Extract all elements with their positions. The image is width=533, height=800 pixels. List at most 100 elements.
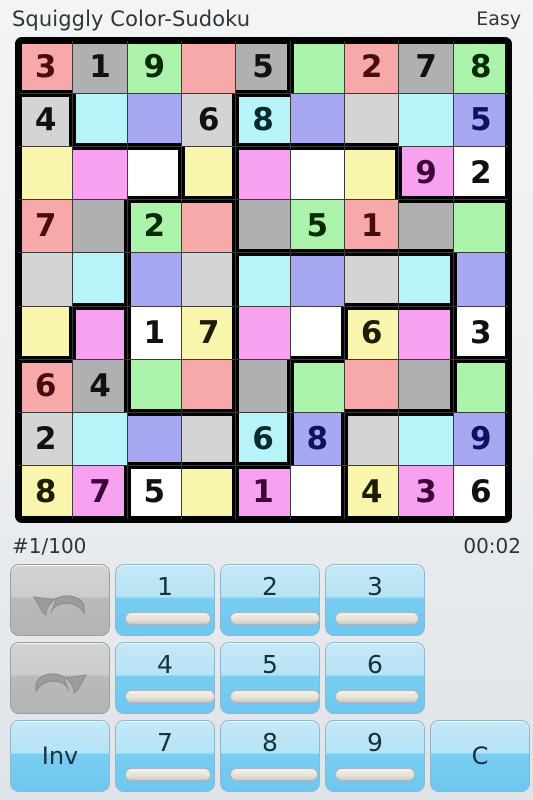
sudoku-cell[interactable] — [73, 94, 128, 148]
sudoku-cell[interactable] — [290, 41, 345, 95]
number-button-8[interactable]: 8 — [220, 720, 320, 792]
sudoku-cell[interactable]: 7 — [73, 465, 128, 519]
sudoku-cell[interactable] — [127, 412, 182, 466]
undo-button[interactable] — [10, 564, 110, 636]
sudoku-cell[interactable]: 2 — [127, 200, 182, 254]
sudoku-cell[interactable] — [182, 465, 237, 519]
sudoku-cell[interactable] — [345, 147, 400, 201]
number-progress-bar — [124, 690, 215, 703]
number-button-1[interactable]: 1 — [115, 564, 215, 636]
sudoku-cell[interactable] — [19, 253, 74, 307]
sudoku-cell[interactable] — [453, 200, 508, 254]
sudoku-cell[interactable] — [399, 412, 454, 466]
redo-button[interactable] — [10, 642, 110, 714]
sudoku-cell[interactable] — [290, 465, 345, 519]
sudoku-cell[interactable]: 6 — [236, 412, 291, 466]
sudoku-cell[interactable] — [345, 412, 400, 466]
sudoku-cell[interactable]: 8 — [290, 412, 345, 466]
sudoku-cell[interactable] — [127, 94, 182, 148]
sudoku-cell[interactable]: 8 — [19, 465, 74, 519]
sudoku-cell[interactable]: 2 — [345, 41, 400, 95]
sudoku-cell[interactable]: 1 — [345, 200, 400, 254]
sudoku-cell[interactable] — [182, 412, 237, 466]
sudoku-cell[interactable] — [19, 147, 74, 201]
sudoku-cell[interactable] — [182, 200, 237, 254]
difficulty-label[interactable]: Easy — [476, 8, 521, 30]
sudoku-cell[interactable]: 8 — [236, 94, 291, 148]
sudoku-cell[interactable] — [453, 253, 508, 307]
sudoku-cell[interactable]: 1 — [236, 465, 291, 519]
sudoku-cell[interactable] — [236, 200, 291, 254]
sudoku-cell[interactable] — [290, 253, 345, 307]
sudoku-cell[interactable] — [73, 412, 128, 466]
sudoku-cell[interactable]: 1 — [73, 41, 128, 95]
sudoku-cell[interactable] — [127, 253, 182, 307]
sudoku-cell[interactable]: 9 — [127, 41, 182, 95]
sudoku-cell[interactable] — [345, 359, 400, 413]
sudoku-cell[interactable] — [399, 94, 454, 148]
sudoku-cell[interactable]: 4 — [19, 94, 74, 148]
sudoku-cell[interactable] — [453, 359, 508, 413]
sudoku-cell[interactable]: 6 — [453, 465, 508, 519]
sudoku-cell[interactable]: 7 — [19, 200, 74, 254]
number-button-2[interactable]: 2 — [220, 564, 320, 636]
sudoku-cell[interactable] — [73, 253, 128, 307]
sudoku-cell[interactable] — [73, 306, 128, 360]
number-progress-bar — [334, 768, 416, 781]
sudoku-cell[interactable] — [182, 253, 237, 307]
sudoku-cell[interactable] — [290, 94, 345, 148]
number-button-7[interactable]: 7 — [115, 720, 215, 792]
sudoku-cell[interactable] — [182, 147, 237, 201]
sudoku-cell[interactable]: 5 — [236, 41, 291, 95]
sudoku-cell[interactable] — [345, 253, 400, 307]
sudoku-cell[interactable]: 5 — [290, 200, 345, 254]
status-bar: #1/100 00:02 — [0, 530, 533, 562]
sudoku-cell[interactable]: 3 — [19, 41, 74, 95]
sudoku-cell[interactable] — [236, 359, 291, 413]
sudoku-cell[interactable] — [236, 253, 291, 307]
sudoku-cell[interactable] — [399, 359, 454, 413]
sudoku-cell[interactable]: 4 — [345, 465, 400, 519]
number-button-3[interactable]: 3 — [325, 564, 425, 636]
number-button-6[interactable]: 6 — [325, 642, 425, 714]
sudoku-cell[interactable] — [345, 94, 400, 148]
sudoku-cell[interactable]: 9 — [453, 412, 508, 466]
sudoku-cell[interactable]: 7 — [399, 41, 454, 95]
sudoku-cell[interactable] — [290, 359, 345, 413]
sudoku-cell[interactable] — [127, 359, 182, 413]
sudoku-cell[interactable] — [290, 306, 345, 360]
sudoku-cell[interactable]: 2 — [19, 412, 74, 466]
sudoku-cell[interactable] — [127, 147, 182, 201]
sudoku-cell[interactable] — [73, 200, 128, 254]
sudoku-cell[interactable]: 5 — [453, 94, 508, 148]
sudoku-cell[interactable]: 9 — [399, 147, 454, 201]
sudoku-cell[interactable]: 6 — [19, 359, 74, 413]
invert-button[interactable]: Inv — [10, 720, 110, 792]
sudoku-cell[interactable] — [73, 147, 128, 201]
sudoku-cell[interactable] — [182, 359, 237, 413]
sudoku-cell[interactable]: 5 — [127, 465, 182, 519]
sudoku-cell[interactable] — [236, 147, 291, 201]
clear-button[interactable]: C — [430, 720, 530, 792]
sudoku-cell[interactable] — [290, 147, 345, 201]
sudoku-cell[interactable] — [399, 200, 454, 254]
sudoku-cell[interactable]: 7 — [182, 306, 237, 360]
sudoku-cell[interactable]: 3 — [399, 465, 454, 519]
sudoku-cell[interactable]: 3 — [453, 306, 508, 360]
sudoku-board[interactable]: 3195278468592725117636426898751436 — [15, 37, 512, 523]
sudoku-cell[interactable]: 4 — [73, 359, 128, 413]
number-button-4[interactable]: 4 — [115, 642, 215, 714]
number-button-9[interactable]: 9 — [325, 720, 425, 792]
sudoku-cell[interactable] — [236, 306, 291, 360]
sudoku-cell[interactable]: 8 — [453, 41, 508, 95]
sudoku-cell[interactable]: 1 — [127, 306, 182, 360]
sudoku-cell[interactable]: 2 — [453, 147, 508, 201]
number-button-5[interactable]: 5 — [220, 642, 320, 714]
sudoku-cell[interactable] — [399, 306, 454, 360]
number-button-label: 6 — [367, 650, 383, 679]
sudoku-cell[interactable]: 6 — [182, 94, 237, 148]
sudoku-cell[interactable] — [19, 306, 74, 360]
sudoku-cell[interactable] — [399, 253, 454, 307]
sudoku-cell[interactable] — [182, 41, 237, 95]
sudoku-cell[interactable]: 6 — [345, 306, 400, 360]
